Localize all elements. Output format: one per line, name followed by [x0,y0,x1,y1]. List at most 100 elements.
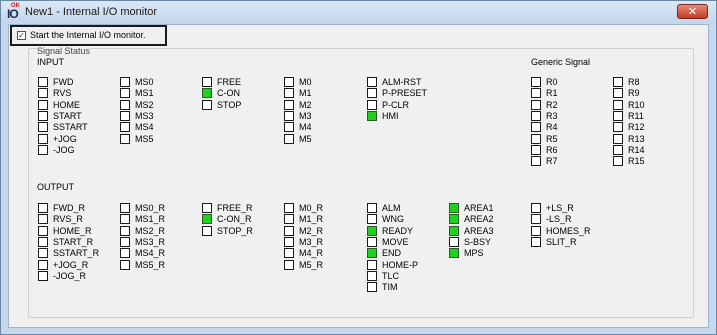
signal-label: START [53,110,82,121]
signal-label: R12 [628,122,645,133]
signal-label: R4 [546,122,558,133]
signal-indicator-lamp [38,259,48,270]
signal-label: MS3 [135,110,154,121]
signal-indicator-lamp [120,110,130,121]
signal-label: -JOG [53,144,75,155]
signal-label: FWD_R [53,203,85,213]
signal-indicator-lamp [120,214,130,225]
signal-label: +LS_R [546,203,574,213]
signal-indicator-lamp [367,282,377,293]
signal-label: R11 [628,110,644,121]
signal-indicator-lamp [613,144,623,155]
signal-label: P-CLR [382,99,410,110]
signal-indicator-lamp [367,203,377,213]
signal-label: MS1_R [135,214,166,225]
start-monitor-checkbox[interactable]: ✓ [17,31,26,40]
signal-label: HOME-P [382,259,418,270]
signal-indicator-lamp [38,77,48,87]
signal-label: -JOG_R [53,270,87,281]
signal-label: TIM [382,282,398,293]
signal-label: HOME [53,99,80,110]
signal-indicator-lamp [284,110,294,121]
signal-indicator-lamp [367,236,377,247]
signal-label: MS4_R [135,248,166,259]
signal-indicator-lamp [531,236,541,247]
output-heading: OUTPUT [37,182,74,192]
signal-indicator-lamp [367,270,377,281]
signal-indicator-lamp [202,214,212,225]
signal-label: WNG [382,214,404,225]
signal-label: AREA1 [464,203,494,213]
signal-label: FREE_R [217,203,253,213]
signal-label: M1_R [299,214,324,225]
signal-label: MS1 [135,88,154,99]
signal-label: STOP [217,99,242,110]
signal-indicator-lamp [38,248,48,259]
signal-label: HMI [382,110,399,121]
signal-indicator-lamp [367,88,377,99]
signal-indicator-lamp [120,236,130,247]
signal-indicator-lamp [120,203,130,213]
signal-indicator-lamp [531,203,541,213]
signal-indicator-lamp [531,88,541,99]
signal-indicator-lamp [120,225,130,236]
signal-indicator-lamp [120,122,130,133]
signal-indicator-lamp [284,203,294,213]
start-monitor-label[interactable]: Start the Internal I/O monitor. [30,30,146,40]
signal-label: R15 [628,156,645,167]
signal-indicator-lamp [38,270,48,281]
signal-indicator-lamp [120,88,130,99]
signal-label: AREA2 [464,214,494,225]
signal-indicator-lamp [38,122,48,133]
signal-status-label: Signal Status [37,46,91,56]
input-heading: INPUT [37,57,64,67]
signal-label: M2 [299,99,312,110]
io-app-icon: IO OK [7,3,23,21]
signal-indicator-lamp [449,236,459,247]
signal-indicator-lamp [449,214,459,225]
signal-indicator-lamp [531,144,541,155]
signal-indicator-lamp [120,133,130,144]
signal-label: FWD [53,77,74,87]
signal-indicator-lamp [38,144,48,155]
signal-label: END [382,248,402,259]
signal-label: M4 [299,122,312,133]
signal-label: TLC [382,270,400,281]
signal-label: R6 [546,144,558,155]
signal-label: R5 [546,133,558,144]
signal-label: MS4 [135,122,154,133]
signal-indicator-lamp [202,88,212,99]
signal-label: M5 [299,133,312,144]
signal-indicator-lamp [202,77,212,87]
signal-label: R1 [546,88,558,99]
signal-indicator-lamp [531,110,541,121]
signal-indicator-lamp [202,203,212,213]
signal-label: M3_R [299,236,324,247]
signal-label: AREA3 [464,225,494,236]
signal-label: SSTART_R [53,248,100,259]
signal-indicator-lamp [38,236,48,247]
signal-indicator-lamp [449,225,459,236]
signal-indicator-lamp [449,248,459,259]
signal-indicator-lamp [284,248,294,259]
signal-indicator-lamp [367,259,377,270]
window-title: New1 - Internal I/O monitor [25,6,158,18]
signal-indicator-lamp [531,77,541,87]
signal-indicator-lamp [120,77,130,87]
title-bar[interactable]: IO OK New1 - Internal I/O monitor ✕ [1,1,716,23]
signal-indicator-lamp [613,122,623,133]
signal-indicator-lamp [38,214,48,225]
close-button[interactable]: ✕ [677,4,708,19]
signal-indicator-lamp [284,133,294,144]
generic-signal-heading: Generic Signal [531,57,591,67]
signal-label: P-PRESET [382,88,428,99]
signal-label: M3 [299,110,312,121]
signal-indicator-lamp [202,99,212,110]
signal-label: M2_R [299,225,324,236]
signal-label: M5_R [299,259,324,270]
signal-label: R2 [546,99,558,110]
signal-indicator-lamp [367,225,377,236]
signal-indicator-lamp [120,99,130,110]
signal-label: MS0_R [135,203,166,213]
signal-indicator-lamp [531,122,541,133]
